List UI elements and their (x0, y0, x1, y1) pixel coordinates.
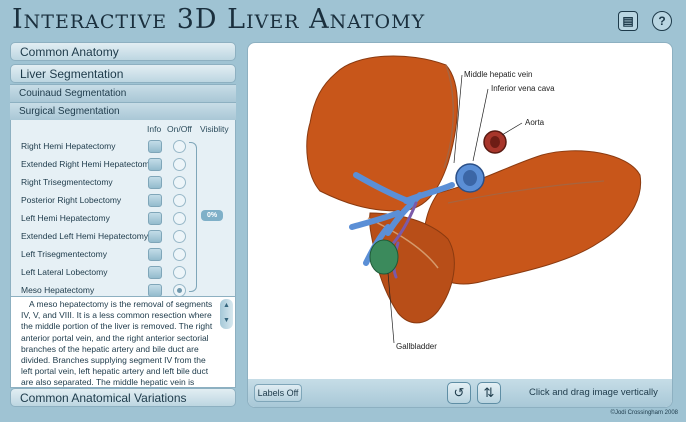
label-gallbladder: Gallbladder (396, 342, 437, 351)
info-button[interactable] (148, 194, 162, 207)
procedure-label: Left Lateral Lobectomy (21, 267, 108, 277)
rotate-horizontal-icon[interactable]: ↺ (447, 382, 471, 404)
credit: ©Jodi Crossingham 2008 (610, 410, 678, 416)
left-lobe (423, 150, 642, 285)
section-variations[interactable]: Common Anatomical Variations (10, 388, 236, 407)
left-panel: Common Anatomy Liver Segmentation Couina… (10, 42, 236, 412)
procedure-toggle[interactable] (173, 248, 186, 261)
description-text: A meso hepatectomy is the removal of seg… (21, 299, 213, 388)
subsection-surgical[interactable]: Surgical Segmentation (10, 102, 236, 120)
liver-model[interactable]: Middle hepatic vein Inferior vena cava A… (248, 43, 673, 381)
visibility-bracket (189, 142, 197, 292)
app-title: Interactive 3D Liver Anatomy (12, 4, 426, 35)
control-hint: Click and drag image vertically (529, 387, 658, 398)
column-onoff: On/Off (167, 124, 192, 134)
procedure-row: Right Trisegmentectomy (11, 174, 237, 192)
procedure-toggle[interactable] (173, 194, 186, 207)
procedure-label: Posterior Right Lobectomy (21, 195, 122, 205)
section-liver-segmentation[interactable]: Liver Segmentation (10, 64, 236, 83)
labels-toggle-button[interactable]: Labels Off (254, 384, 302, 402)
procedure-row: Extended Left Hemi Hepatectomy (11, 228, 237, 246)
procedure-toggle[interactable] (173, 212, 186, 225)
viewer-controls: Labels Off ↺ ⇅ Click and drag image vert… (248, 379, 672, 407)
procedure-label: Right Trisegmentectomy (21, 177, 113, 187)
procedure-toggle[interactable] (173, 176, 186, 189)
subsection-couinaud[interactable]: Couinaud Segmentation (10, 84, 236, 102)
description-box: A meso hepatectomy is the removal of seg… (10, 296, 236, 388)
label-middle-hepatic-vein: Middle hepatic vein (464, 70, 532, 79)
procedure-toggle[interactable] (173, 140, 186, 153)
info-button[interactable] (148, 266, 162, 279)
procedure-row: Posterior Right Lobectomy (11, 192, 237, 210)
procedure-label: Meso Hepatectomy (21, 285, 95, 295)
procedure-label: Left Hemi Hepatectomy (21, 213, 110, 223)
procedure-row: Right Hemi Hepatectomy (11, 138, 237, 156)
help-icon[interactable]: ? (652, 11, 672, 31)
procedure-row: Extended Right Hemi Hepatectomy (11, 156, 237, 174)
column-visibility: Visiblity (200, 124, 229, 134)
section-common-anatomy[interactable]: Common Anatomy (10, 42, 236, 61)
procedure-toggle[interactable] (173, 230, 186, 243)
scrollbar[interactable]: ▲ ▼ (220, 299, 233, 329)
column-info: Info (147, 124, 162, 134)
gallbladder-shape (369, 239, 399, 275)
procedure-toggle[interactable] (173, 158, 186, 171)
procedure-label: Left Trisegmentectomy (21, 249, 107, 259)
procedure-label: Extended Right Hemi Hepatectomy (21, 159, 154, 169)
scroll-up-icon[interactable]: ▲ (223, 302, 230, 309)
info-button[interactable] (148, 176, 162, 189)
book-icon[interactable]: ▤ (618, 11, 638, 31)
label-inferior-vena-cava: Inferior vena cava (491, 84, 555, 93)
info-button[interactable] (148, 158, 162, 171)
info-button[interactable] (148, 248, 162, 261)
procedure-table: Info On/Off Visiblity Right Hemi Hepatec… (10, 120, 237, 297)
info-button[interactable] (148, 212, 162, 225)
info-button[interactable] (148, 230, 162, 243)
procedure-toggle[interactable] (173, 266, 186, 279)
rotate-vertical-icon[interactable]: ⇅ (477, 382, 501, 404)
procedure-label: Right Hemi Hepatectomy (21, 141, 116, 151)
info-button[interactable] (148, 140, 162, 153)
viewer[interactable]: Middle hepatic vein Inferior vena cava A… (247, 42, 673, 408)
procedure-row: Left Trisegmentectomy (11, 246, 237, 264)
scroll-down-icon[interactable]: ▼ (223, 317, 230, 324)
procedure-label: Extended Left Hemi Hepatectomy (21, 231, 149, 241)
visibility-slider[interactable]: 0% (201, 210, 223, 221)
procedure-row: Left Lateral Lobectomy (11, 264, 237, 282)
label-aorta: Aorta (525, 118, 545, 127)
